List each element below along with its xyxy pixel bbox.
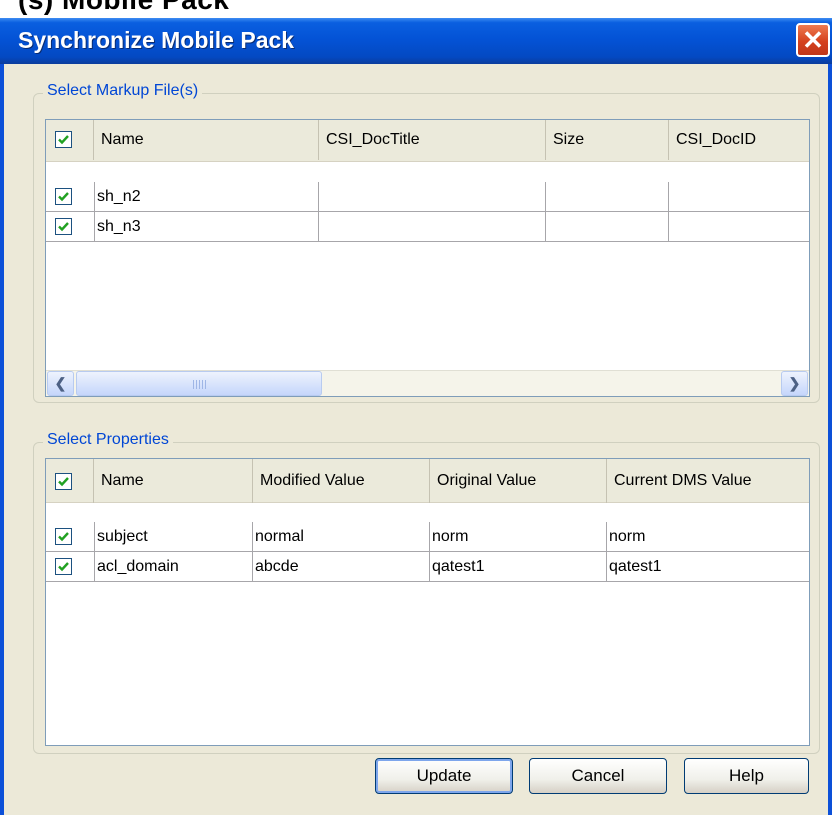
scrollbar-grip-icon bbox=[193, 380, 207, 389]
title-bar[interactable]: Synchronize Mobile Pack ✕ bbox=[0, 18, 832, 64]
sync-dialog: Synchronize Mobile Pack ✕ Select Markup … bbox=[0, 18, 832, 815]
cell-name: subject bbox=[94, 522, 253, 552]
properties-select-all-checkbox[interactable] bbox=[55, 473, 72, 490]
column-header-name[interactable]: Name bbox=[94, 120, 319, 160]
table-row[interactable]: subject normal norm norm bbox=[46, 522, 809, 552]
chevron-left-icon: ❮ bbox=[54, 375, 67, 391]
cell-csi-docid bbox=[669, 182, 809, 212]
properties-table-header: Name Modified Value Original Value Curre… bbox=[46, 459, 809, 503]
markup-files-table: Name CSI_DocTitle Size CSI_DocID sh_n2 s… bbox=[45, 119, 810, 397]
markup-select-all-header[interactable] bbox=[46, 120, 94, 160]
column-header-csi-docid[interactable]: CSI_DocID bbox=[669, 120, 809, 160]
column-header-current-dms-value[interactable]: Current DMS Value bbox=[607, 459, 809, 503]
background-window-text: (s) Mobile Pack bbox=[18, 0, 229, 16]
checkmark-icon bbox=[58, 135, 69, 145]
cell-original-value: norm bbox=[430, 522, 607, 552]
cell-size bbox=[546, 182, 669, 212]
column-header-csi-doctitle[interactable]: CSI_DocTitle bbox=[319, 120, 546, 160]
dialog-title: Synchronize Mobile Pack bbox=[18, 27, 295, 53]
cancel-button[interactable]: Cancel bbox=[529, 758, 667, 794]
markup-select-all-checkbox[interactable] bbox=[55, 131, 72, 148]
scrollbar-thumb[interactable] bbox=[76, 371, 322, 396]
cell-original-value: qatest1 bbox=[430, 552, 607, 582]
column-header-size[interactable]: Size bbox=[546, 120, 669, 160]
window-frame-left bbox=[0, 64, 4, 815]
cell-csi-docid bbox=[669, 212, 809, 242]
cell-size bbox=[546, 212, 669, 242]
cell-current-dms-value: norm bbox=[607, 522, 809, 552]
scroll-right-button[interactable]: ❯ bbox=[781, 371, 808, 396]
table-row[interactable]: sh_n2 bbox=[46, 182, 809, 212]
checkmark-icon bbox=[58, 532, 69, 542]
horizontal-scrollbar[interactable]: ❮ ❯ bbox=[46, 370, 809, 396]
cell-csi-doctitle bbox=[319, 182, 546, 212]
table-row[interactable]: sh_n3 bbox=[46, 212, 809, 242]
cell-name: sh_n3 bbox=[94, 212, 319, 242]
close-icon: ✕ bbox=[802, 25, 824, 55]
cell-modified-value: abcde bbox=[253, 552, 430, 582]
window-frame-right bbox=[828, 64, 832, 815]
properties-select-all-header[interactable] bbox=[46, 459, 94, 503]
row-checkbox[interactable] bbox=[55, 188, 72, 205]
column-header-modified-value[interactable]: Modified Value bbox=[253, 459, 430, 503]
markup-table-header: Name CSI_DocTitle Size CSI_DocID bbox=[46, 120, 809, 162]
help-button[interactable]: Help bbox=[684, 758, 809, 794]
cell-current-dms-value: qatest1 bbox=[607, 552, 809, 582]
row-checkbox-cell bbox=[46, 522, 94, 552]
table-row[interactable]: acl_domain abcde qatest1 qatest1 bbox=[46, 552, 809, 582]
row-checkbox[interactable] bbox=[55, 528, 72, 545]
checkmark-icon bbox=[58, 562, 69, 572]
update-button[interactable]: Update bbox=[375, 758, 513, 794]
checkmark-icon bbox=[58, 192, 69, 202]
column-header-name[interactable]: Name bbox=[94, 459, 253, 503]
markup-files-group-label: Select Markup File(s) bbox=[43, 82, 203, 100]
checkmark-icon bbox=[58, 477, 69, 487]
row-checkbox[interactable] bbox=[55, 558, 72, 575]
row-checkbox-cell bbox=[46, 552, 94, 582]
scroll-left-button[interactable]: ❮ bbox=[47, 371, 74, 396]
close-button[interactable]: ✕ bbox=[796, 23, 830, 57]
cell-modified-value: normal bbox=[253, 522, 430, 552]
row-checkbox[interactable] bbox=[55, 218, 72, 235]
chevron-right-icon: ❯ bbox=[788, 375, 801, 391]
properties-table: Name Modified Value Original Value Curre… bbox=[45, 458, 810, 746]
properties-group-label: Select Properties bbox=[43, 431, 173, 449]
column-header-original-value[interactable]: Original Value bbox=[430, 459, 607, 503]
row-checkbox-cell bbox=[46, 182, 94, 212]
checkmark-icon bbox=[58, 222, 69, 232]
cell-name: acl_domain bbox=[94, 552, 253, 582]
cell-name: sh_n2 bbox=[94, 182, 319, 212]
row-checkbox-cell bbox=[46, 212, 94, 242]
cell-csi-doctitle bbox=[319, 212, 546, 242]
